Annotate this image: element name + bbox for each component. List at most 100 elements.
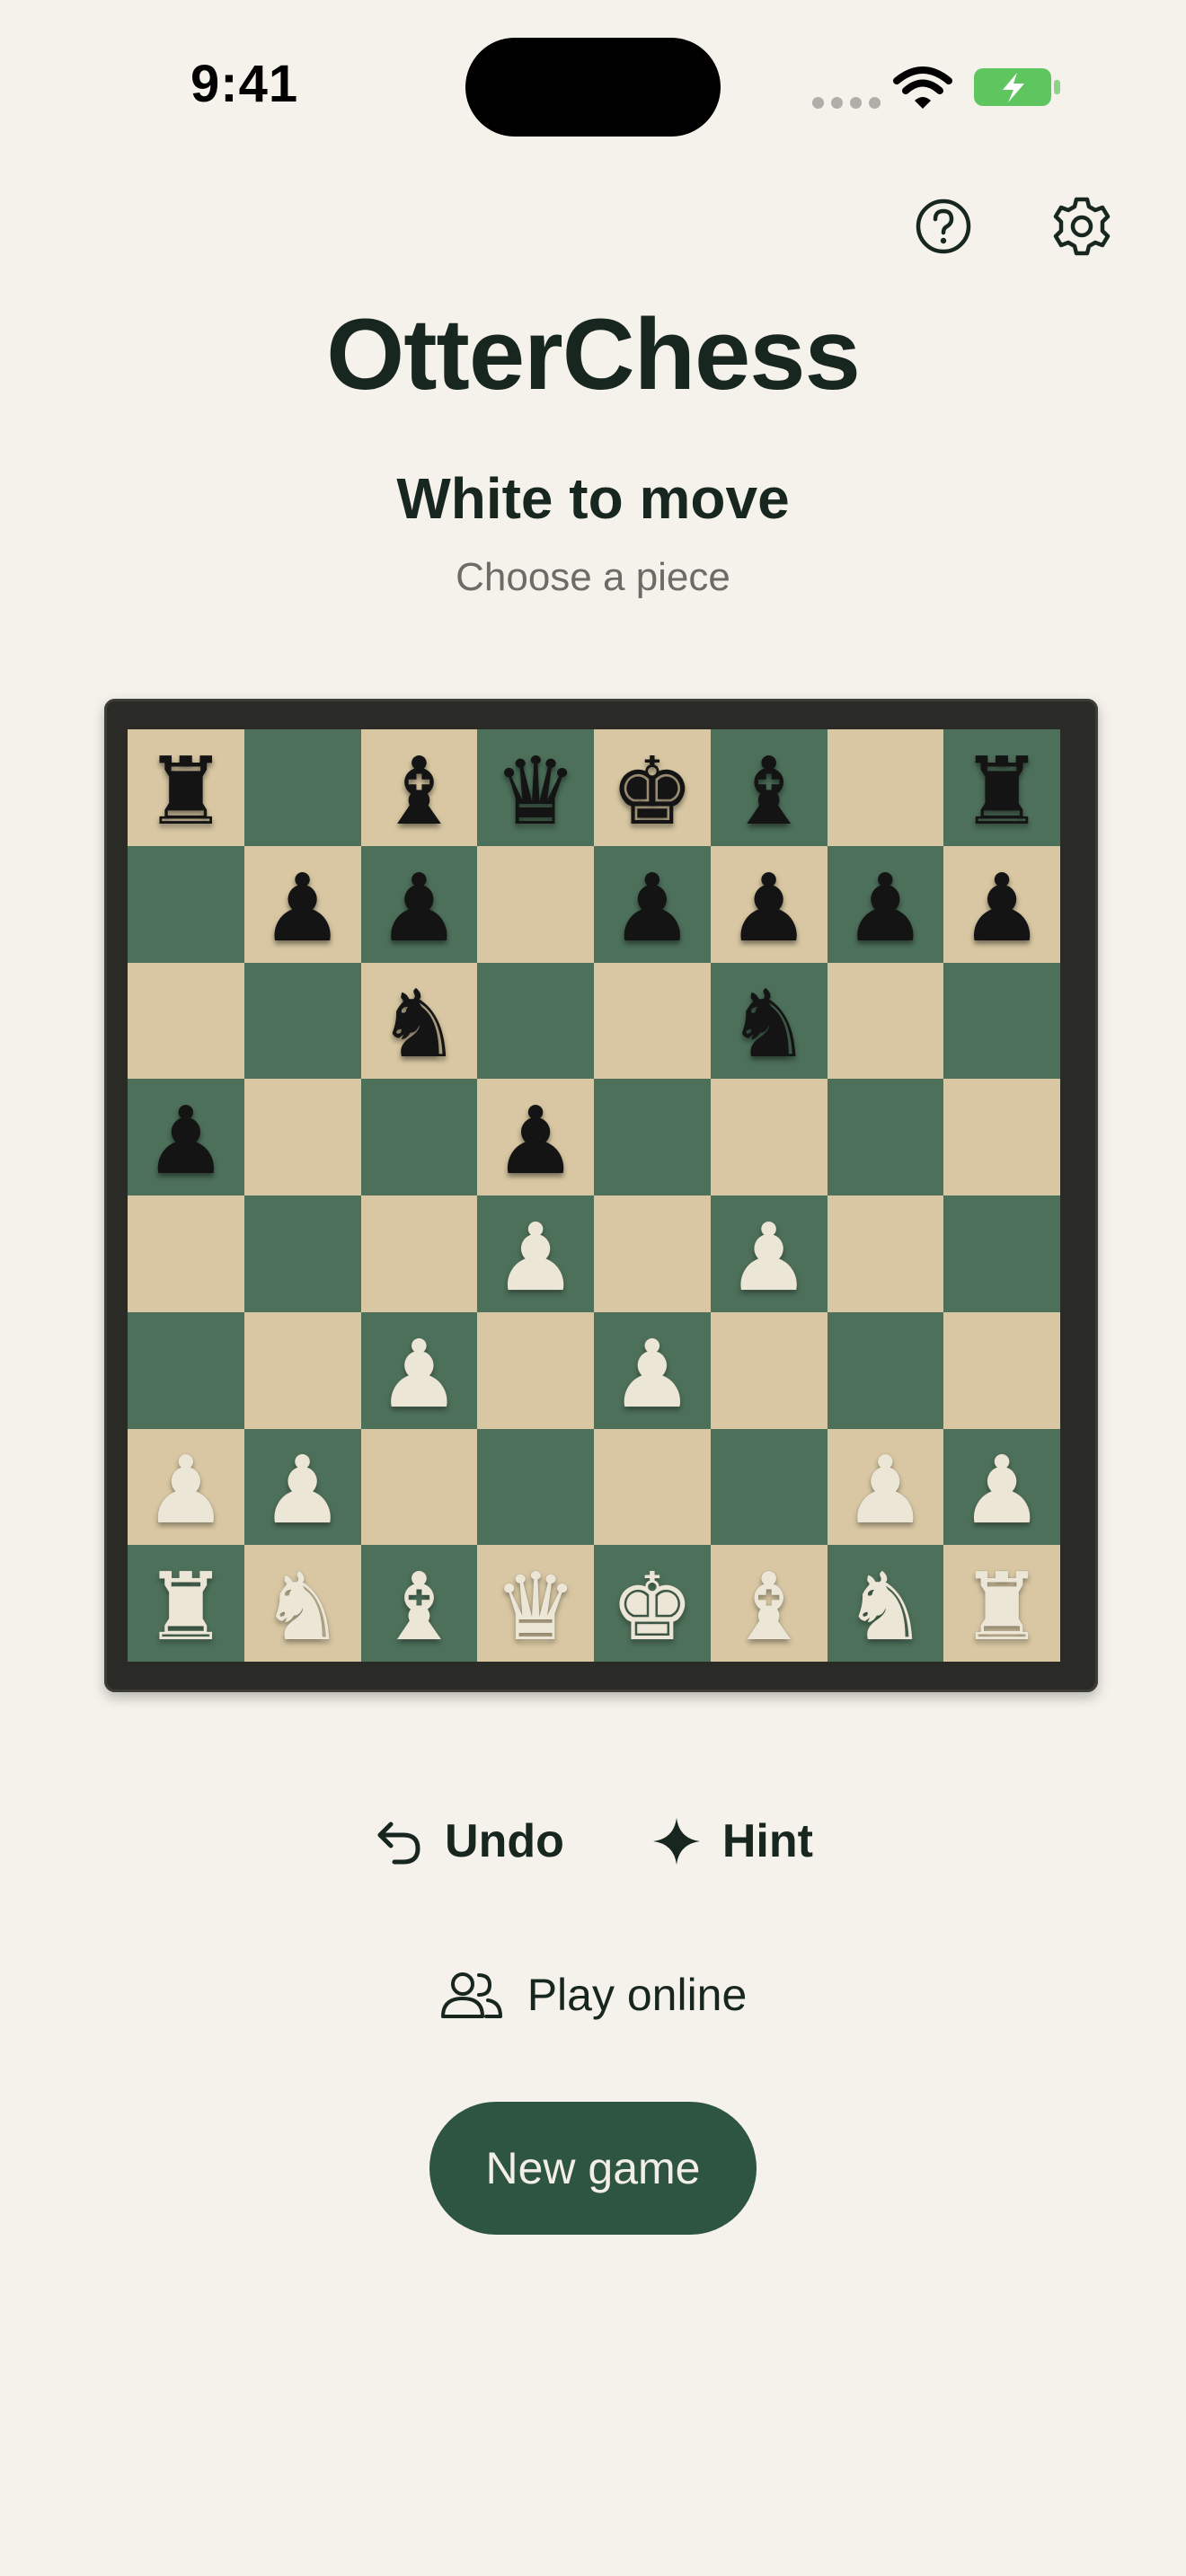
square-e1[interactable]: ♚ (594, 1545, 711, 1662)
black-pawn-icon[interactable]: ♟ (727, 861, 810, 955)
black-knight-icon[interactable]: ♞ (377, 977, 461, 1071)
square-h6[interactable] (943, 962, 1060, 1080)
square-h5[interactable] (943, 1079, 1060, 1195)
square-d2[interactable] (477, 1428, 594, 1546)
square-h7[interactable]: ♟ (943, 845, 1060, 963)
square-g7[interactable]: ♟ (827, 845, 944, 963)
square-a4[interactable] (128, 1195, 244, 1312)
white-bishop-icon[interactable]: ♝ (377, 1560, 461, 1654)
black-pawn-icon[interactable]: ♟ (144, 1094, 227, 1187)
square-c8[interactable]: ♝ (360, 729, 478, 846)
square-h2[interactable]: ♟ (943, 1428, 1060, 1546)
square-d7[interactable] (477, 845, 594, 963)
white-knight-icon[interactable]: ♞ (261, 1560, 344, 1654)
square-b1[interactable]: ♞ (243, 1545, 361, 1662)
help-button[interactable] (907, 190, 979, 262)
square-a2[interactable]: ♟ (128, 1428, 244, 1546)
settings-button[interactable] (1046, 190, 1118, 262)
square-e6[interactable] (594, 962, 711, 1080)
black-pawn-icon[interactable]: ♟ (960, 861, 1044, 955)
square-c1[interactable]: ♝ (360, 1545, 478, 1662)
white-pawn-icon[interactable]: ♟ (261, 1443, 344, 1537)
square-a1[interactable]: ♜ (128, 1545, 244, 1662)
white-pawn-icon[interactable]: ♟ (610, 1328, 694, 1421)
square-d3[interactable] (477, 1311, 594, 1429)
black-pawn-icon[interactable]: ♟ (377, 861, 461, 955)
square-e7[interactable]: ♟ (594, 845, 711, 963)
square-d5[interactable]: ♟ (477, 1079, 594, 1195)
square-e5[interactable] (594, 1079, 711, 1195)
square-c3[interactable]: ♟ (360, 1311, 478, 1429)
white-pawn-icon[interactable]: ♟ (494, 1211, 578, 1304)
black-bishop-icon[interactable]: ♝ (727, 745, 810, 838)
square-a6[interactable] (128, 962, 244, 1080)
square-d8[interactable]: ♛ (477, 729, 594, 846)
square-a5[interactable]: ♟ (128, 1079, 244, 1195)
square-b2[interactable]: ♟ (243, 1428, 361, 1546)
square-c2[interactable] (360, 1428, 478, 1546)
black-pawn-icon[interactable]: ♟ (844, 861, 927, 955)
square-b3[interactable] (243, 1311, 361, 1429)
square-g8[interactable] (827, 729, 944, 846)
square-g1[interactable]: ♞ (827, 1545, 944, 1662)
black-pawn-icon[interactable]: ♟ (610, 861, 694, 955)
square-g4[interactable] (827, 1195, 944, 1312)
square-g2[interactable]: ♟ (827, 1428, 944, 1546)
hint-button[interactable]: Hint (651, 1814, 813, 1868)
square-g6[interactable] (827, 962, 944, 1080)
square-f2[interactable] (710, 1428, 828, 1546)
white-rook-icon[interactable]: ♜ (144, 1560, 227, 1654)
square-c5[interactable] (360, 1079, 478, 1195)
square-d1[interactable]: ♛ (477, 1545, 594, 1662)
square-e4[interactable] (594, 1195, 711, 1312)
square-g5[interactable] (827, 1079, 944, 1195)
black-bishop-icon[interactable]: ♝ (377, 745, 461, 838)
new-game-button[interactable]: New game (429, 2102, 757, 2235)
square-e3[interactable]: ♟ (594, 1311, 711, 1429)
square-h1[interactable]: ♜ (943, 1545, 1060, 1662)
white-pawn-icon[interactable]: ♟ (377, 1328, 461, 1421)
black-king-icon[interactable]: ♚ (610, 745, 694, 838)
black-rook-icon[interactable]: ♜ (144, 745, 227, 838)
white-pawn-icon[interactable]: ♟ (960, 1443, 1044, 1537)
white-pawn-icon[interactable]: ♟ (144, 1443, 227, 1537)
square-b5[interactable] (243, 1079, 361, 1195)
square-a7[interactable] (128, 845, 244, 963)
square-h4[interactable] (943, 1195, 1060, 1312)
square-f8[interactable]: ♝ (710, 729, 828, 846)
black-pawn-icon[interactable]: ♟ (494, 1094, 578, 1187)
square-d6[interactable] (477, 962, 594, 1080)
white-pawn-icon[interactable]: ♟ (844, 1443, 927, 1537)
square-a3[interactable] (128, 1311, 244, 1429)
square-b8[interactable] (243, 729, 361, 846)
square-a8[interactable]: ♜ (128, 729, 244, 846)
square-g3[interactable] (827, 1311, 944, 1429)
square-d4[interactable]: ♟ (477, 1195, 594, 1312)
black-rook-icon[interactable]: ♜ (960, 745, 1044, 838)
square-c7[interactable]: ♟ (360, 845, 478, 963)
white-rook-icon[interactable]: ♜ (960, 1560, 1044, 1654)
white-knight-icon[interactable]: ♞ (844, 1560, 927, 1654)
square-e2[interactable] (594, 1428, 711, 1546)
square-c6[interactable]: ♞ (360, 962, 478, 1080)
square-h8[interactable]: ♜ (943, 729, 1060, 846)
square-f6[interactable]: ♞ (710, 962, 828, 1080)
square-f5[interactable] (710, 1079, 828, 1195)
black-pawn-icon[interactable]: ♟ (261, 861, 344, 955)
square-b6[interactable] (243, 962, 361, 1080)
square-f4[interactable]: ♟ (710, 1195, 828, 1312)
white-queen-icon[interactable]: ♛ (494, 1560, 578, 1654)
white-pawn-icon[interactable]: ♟ (727, 1211, 810, 1304)
chess-board[interactable]: ♜ ♝ ♛ ♚ ♝ ♜ ♟ ♟ ♟ ♟ ♟ ♟ ♞ ♞ ♟ ♟ ♟ ♟ ♟ ♟ ♟ ♟ ♟ ♟ ♜ ♞ ♝ ♛ ♚ ♝ ♞ ♜ (128, 729, 1060, 1662)
square-e8[interactable]: ♚ (594, 729, 711, 846)
square-f1[interactable]: ♝ (710, 1545, 828, 1662)
square-b4[interactable] (243, 1195, 361, 1312)
square-f7[interactable]: ♟ (710, 845, 828, 963)
square-c4[interactable] (360, 1195, 478, 1312)
play-online-button[interactable]: Play online (0, 1969, 1186, 2021)
white-king-icon[interactable]: ♚ (610, 1560, 694, 1654)
square-b7[interactable]: ♟ (243, 845, 361, 963)
white-bishop-icon[interactable]: ♝ (727, 1560, 810, 1654)
black-knight-icon[interactable]: ♞ (727, 977, 810, 1071)
undo-button[interactable]: Undo (373, 1814, 564, 1868)
